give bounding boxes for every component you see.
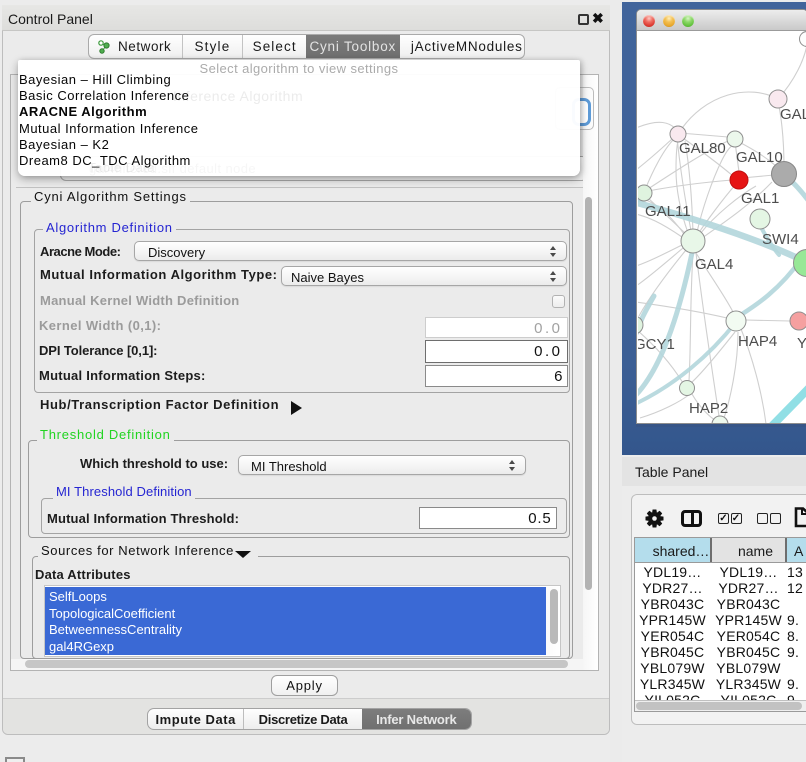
svg-text:SWI4: SWI4 xyxy=(762,231,799,248)
svg-text:GAL80: GAL80 xyxy=(679,140,726,157)
svg-text:HAP2: HAP2 xyxy=(689,400,728,417)
svg-text:YJ: YJ xyxy=(797,335,806,352)
svg-text:HAP4: HAP4 xyxy=(738,333,777,350)
svg-text:GCY1: GCY1 xyxy=(638,336,675,353)
svg-text:GAL11: GAL11 xyxy=(645,203,691,220)
svg-text:GAL4: GAL4 xyxy=(695,256,733,273)
svg-text:GAL7: GAL7 xyxy=(780,106,806,123)
svg-text:GAL1: GAL1 xyxy=(741,190,779,207)
svg-text:GAL10: GAL10 xyxy=(736,149,783,166)
